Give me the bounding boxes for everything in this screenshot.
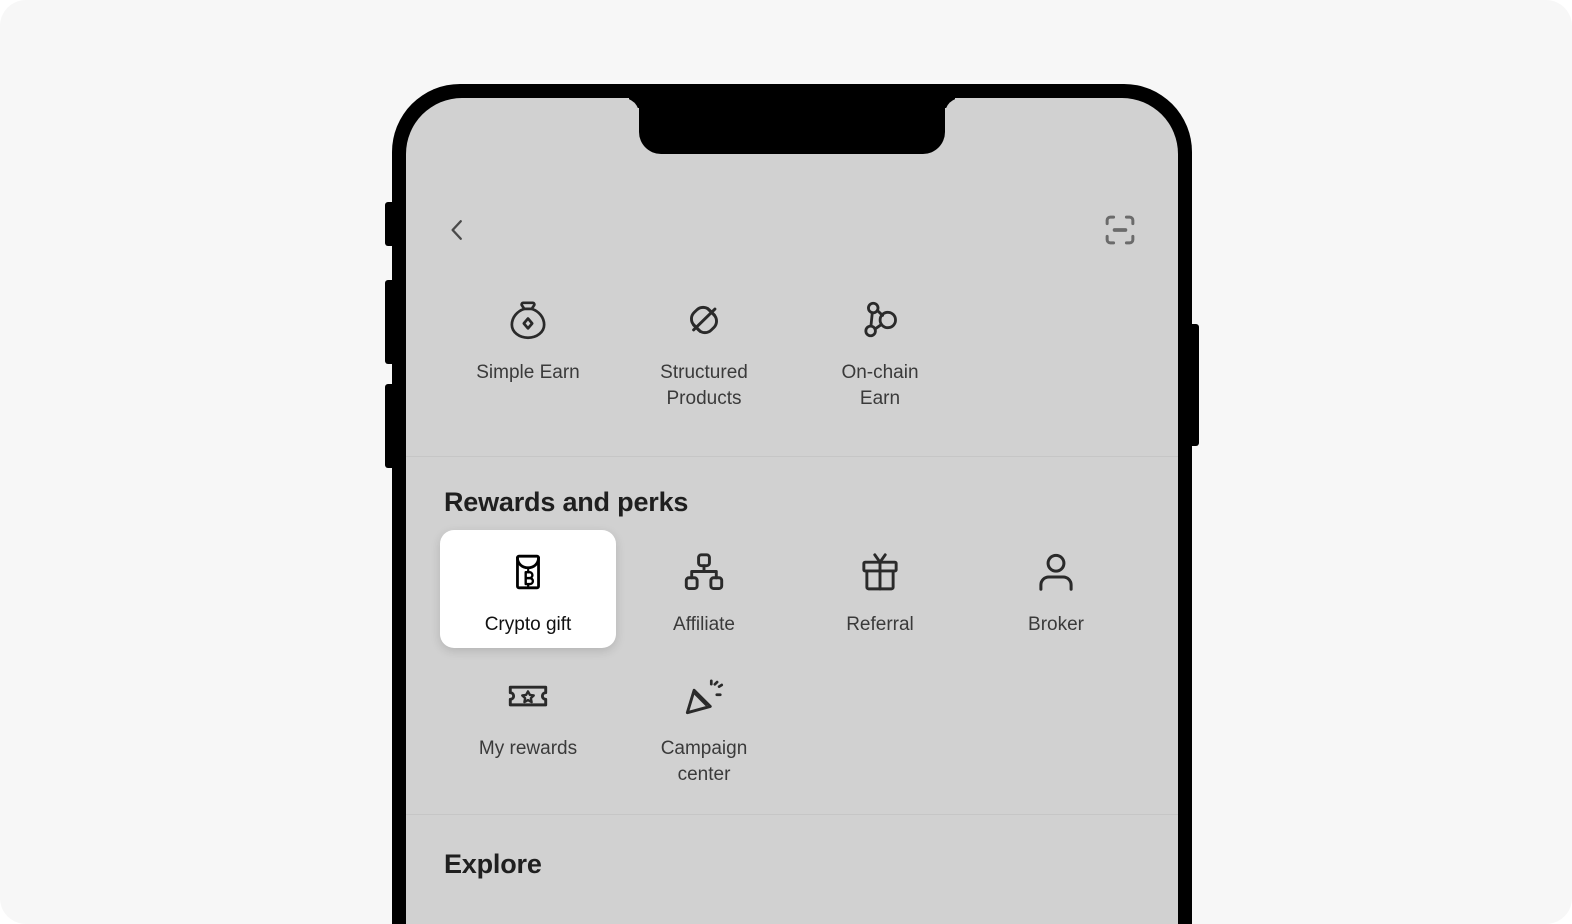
tile-empty-slot bbox=[968, 278, 1144, 422]
explore-section-title: Explore bbox=[444, 849, 542, 879]
chain-link-icon bbox=[676, 292, 732, 348]
tile-broker[interactable]: Broker bbox=[968, 530, 1144, 648]
back-button[interactable] bbox=[440, 210, 474, 250]
earn-grid: Simple Earn Structured Products On-chain… bbox=[440, 266, 1144, 428]
tile-affiliate[interactable]: Affiliate bbox=[616, 530, 792, 648]
rewards-grid-row-2: My rewards Campaign center bbox=[440, 648, 1144, 798]
phone-device-frame: Simple Earn Structured Products On-chain… bbox=[385, 84, 1199, 924]
tile-empty-slot bbox=[968, 654, 1144, 798]
scan-button[interactable] bbox=[1098, 208, 1142, 252]
phone-notch bbox=[639, 98, 945, 154]
tile-label: Structured Products bbox=[660, 362, 748, 409]
tile-label: Simple Earn bbox=[476, 362, 580, 383]
phone-screen: Simple Earn Structured Products On-chain… bbox=[406, 98, 1178, 924]
explore-section: Explore bbox=[406, 815, 1178, 880]
hierarchy-icon bbox=[676, 544, 732, 600]
tile-structured-products[interactable]: Structured Products bbox=[616, 278, 792, 422]
tile-label: Affiliate bbox=[673, 614, 735, 635]
tile-crypto-gift[interactable]: Crypto gift bbox=[440, 530, 616, 648]
tile-campaign-center[interactable]: Campaign center bbox=[616, 654, 792, 798]
earn-section: Simple Earn Structured Products On-chain… bbox=[406, 266, 1178, 428]
tile-label: Broker bbox=[1028, 614, 1084, 635]
page-canvas: Simple Earn Structured Products On-chain… bbox=[0, 0, 1572, 924]
money-bag-icon bbox=[500, 292, 556, 348]
tile-on-chain-earn[interactable]: On-chain Earn bbox=[792, 278, 968, 422]
rewards-section: Rewards and perks Crypto gift Affiliate … bbox=[406, 457, 1178, 798]
tile-label: My rewards bbox=[478, 738, 578, 759]
tile-label: Campaign center bbox=[660, 738, 748, 785]
party-popper-icon bbox=[676, 668, 732, 724]
app-content: Simple Earn Structured Products On-chain… bbox=[406, 98, 1178, 924]
tile-empty-slot bbox=[792, 654, 968, 798]
tile-label: Crypto gift bbox=[484, 614, 572, 635]
gift-box-icon bbox=[852, 544, 908, 600]
chevron-left-icon bbox=[451, 220, 462, 240]
power-button[interactable] bbox=[1191, 324, 1199, 446]
rewards-title-wrap: Rewards and perks bbox=[440, 457, 1144, 530]
tile-label: On-chain Earn bbox=[841, 362, 919, 409]
tile-label: Referral bbox=[846, 614, 914, 635]
navigation-bar bbox=[406, 194, 1178, 266]
volume-down-button[interactable] bbox=[385, 384, 393, 468]
tile-referral[interactable]: Referral bbox=[792, 530, 968, 648]
red-envelope-bitcoin-icon bbox=[500, 544, 556, 600]
person-icon bbox=[1028, 544, 1084, 600]
rewards-grid-row-1: Crypto gift Affiliate Referral Broker bbox=[440, 530, 1144, 648]
network-nodes-icon bbox=[852, 292, 908, 348]
ticket-star-icon bbox=[500, 668, 556, 724]
tile-my-rewards[interactable]: My rewards bbox=[440, 654, 616, 798]
tile-simple-earn[interactable]: Simple Earn bbox=[440, 278, 616, 422]
volume-up-button[interactable] bbox=[385, 280, 393, 364]
rewards-section-title: Rewards and perks bbox=[444, 487, 689, 517]
silent-switch-button[interactable] bbox=[385, 202, 393, 246]
scan-icon bbox=[1105, 215, 1135, 245]
